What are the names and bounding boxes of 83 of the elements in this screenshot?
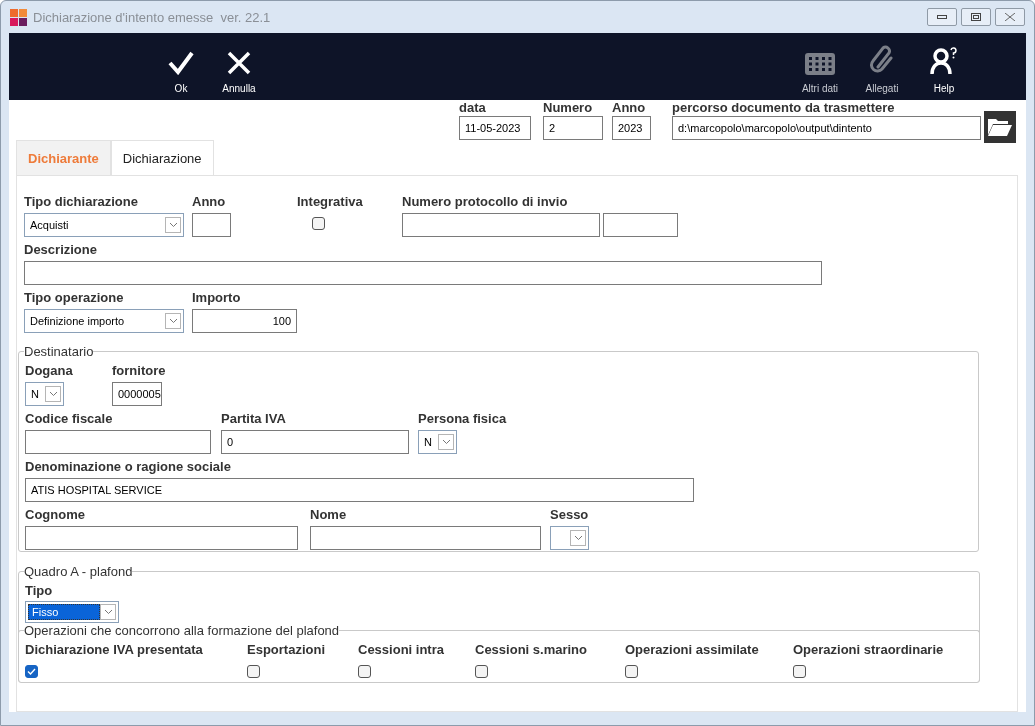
field-label: Sesso	[550, 507, 590, 523]
text-field[interactable]: 2	[543, 116, 603, 140]
field-label: data	[459, 100, 487, 116]
field-label: Codice fiscale	[25, 411, 114, 427]
keypad-icon	[805, 53, 835, 75]
toolbar-button[interactable]: Annulla	[217, 33, 261, 100]
field-label: Esportazioni	[247, 642, 326, 658]
field-label: Importo	[192, 290, 242, 306]
text-field[interactable]: d:\marcopolo\marcopolo\output\dintento	[672, 116, 981, 140]
folder-icon	[987, 117, 1013, 137]
field-label: Anno	[192, 194, 227, 210]
field-label: Tipo operazione	[24, 290, 125, 306]
text-field[interactable]	[25, 526, 298, 550]
dropdown[interactable]: N	[418, 430, 457, 454]
field-label: Partita IVA	[221, 411, 287, 427]
minimize-button[interactable]	[927, 8, 957, 26]
field-label: Operazioni assimilate	[625, 642, 760, 658]
text-field[interactable]	[24, 261, 822, 285]
browse-folder-button[interactable]	[984, 111, 1016, 143]
field-label: Cessioni s.marino	[475, 642, 588, 658]
field-label: Cessioni intra	[358, 642, 445, 658]
paperclip-icon	[869, 45, 895, 75]
field-label: Integrativa	[297, 194, 364, 210]
text-field[interactable]	[603, 213, 678, 237]
checkbox[interactable]	[247, 665, 260, 678]
checkmark-icon	[27, 668, 36, 675]
chevron-down-icon	[168, 222, 178, 228]
text-field[interactable]	[402, 213, 600, 237]
dropdown[interactable]: Acquisti	[24, 213, 184, 237]
field-label: Anno	[612, 100, 647, 116]
chevron-down-icon	[103, 609, 113, 615]
window-title: Dichiarazione d'intento emesse ver. 22.1	[33, 9, 272, 25]
text-field[interactable]: 100	[192, 309, 297, 333]
field-label: Nome	[310, 507, 348, 523]
field-label: Descrizione	[24, 242, 98, 258]
field-label: Denominazione o ragione sociale	[25, 459, 232, 475]
field-label: Numero protocollo di invio	[402, 194, 569, 210]
text-field[interactable]: 11-05-2023	[459, 116, 531, 140]
app-logo-icon	[10, 8, 27, 26]
field-label: Numero	[543, 100, 594, 116]
close-icon	[1005, 13, 1015, 21]
restore-button[interactable]	[961, 8, 991, 26]
field-label: Tipo dichiarazione	[24, 194, 139, 210]
field-label: Persona fisica	[418, 411, 508, 427]
chevron-down-icon	[48, 391, 58, 397]
group-legend: Quadro A - plafond	[24, 564, 133, 579]
text-field[interactable]: 2023	[612, 116, 651, 140]
checkbox[interactable]	[358, 665, 371, 678]
text-field[interactable]: 0	[221, 430, 409, 454]
close-icon	[227, 51, 251, 75]
tab[interactable]: Dichiarazione	[110, 140, 214, 175]
dropdown[interactable]: Fisso	[25, 601, 119, 623]
text-field[interactable]: 0000005	[112, 382, 162, 406]
field-label: Dichiarazione IVA presentata	[25, 642, 204, 658]
field-label: percorso documento da trasmettere	[672, 100, 896, 116]
text-field[interactable]	[192, 213, 231, 237]
dropdown[interactable]: N	[25, 382, 64, 406]
text-field[interactable]	[25, 430, 211, 454]
field-label: Tipo	[25, 583, 54, 598]
chevron-down-icon	[441, 439, 451, 445]
toolbar-button[interactable]: Help	[922, 33, 966, 100]
text-field[interactable]	[310, 526, 541, 550]
checkbox[interactable]	[25, 665, 38, 678]
field-label: Operazioni straordinarie	[793, 642, 945, 658]
checkmark-icon	[168, 51, 194, 75]
field-label: Dogana	[25, 363, 74, 379]
minimize-icon	[937, 15, 947, 19]
dropdown[interactable]: Definizione importo	[24, 309, 184, 333]
chevron-down-icon	[168, 318, 178, 324]
checkbox[interactable]	[475, 665, 488, 678]
user-help-icon	[930, 47, 958, 75]
chevron-down-icon	[573, 535, 583, 541]
checkbox[interactable]	[312, 217, 325, 230]
dropdown[interactable]	[550, 526, 589, 550]
group-legend: Destinatario	[24, 344, 94, 359]
field-label: fornitore	[112, 363, 167, 379]
checkbox[interactable]	[793, 665, 806, 678]
text-field[interactable]: ATIS HOSPITAL SERVICE	[25, 478, 694, 502]
restore-icon	[971, 13, 981, 21]
toolbar-button[interactable]: Ok	[159, 33, 203, 100]
field-label: Cognome	[25, 507, 86, 523]
group-legend: Operazioni che concorrono alla formazione del plafond	[24, 623, 340, 638]
checkbox[interactable]	[625, 665, 638, 678]
